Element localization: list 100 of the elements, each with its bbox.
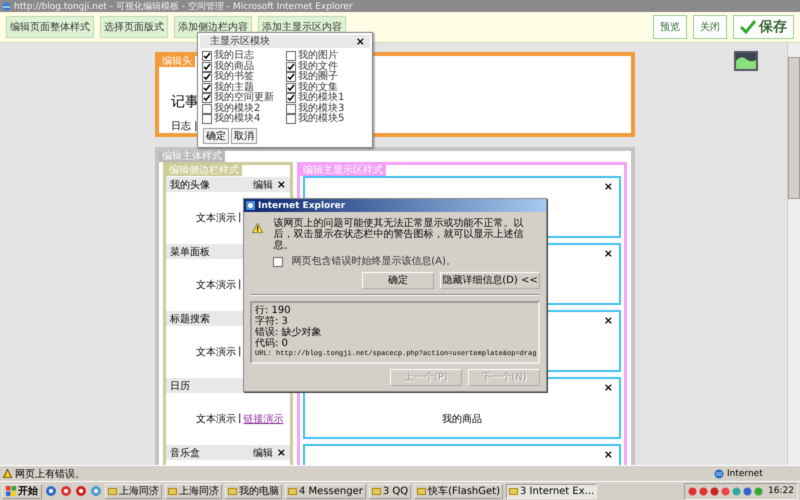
checkbox-label: 我的模块2: [214, 104, 260, 114]
dialog-title: Internet Explorer: [258, 200, 346, 210]
checkbox-label: 我的书签: [214, 72, 254, 82]
close-icon[interactable]: ×: [604, 381, 613, 394]
checkbox[interactable]: [202, 93, 212, 104]
detail-line: 代码: 0: [255, 338, 289, 348]
checkbox-label: 我的商品: [214, 62, 254, 72]
checkbox[interactable]: [202, 62, 212, 72]
checkbox-label: 我的日志: [214, 51, 254, 62]
checkbox[interactable]: [286, 104, 296, 114]
module-title: 菜单面板: [170, 246, 210, 258]
checkbox[interactable]: [286, 93, 296, 104]
folder-icon: [228, 486, 237, 496]
close-icon[interactable]: ×: [604, 314, 613, 327]
taskbar-button[interactable]: 我的电脑: [225, 484, 282, 498]
browser-icon: [2, 2, 11, 10]
folder-icon: [417, 486, 426, 496]
demo-text: 文本演示: [196, 346, 236, 358]
module-title: 我的商品: [442, 412, 482, 426]
quick-launch-icon[interactable]: [75, 485, 87, 497]
toolbar-button[interactable]: 关闭: [693, 15, 727, 39]
globe-icon: [714, 468, 724, 478]
status-message: 网页上有错误。: [15, 468, 86, 480]
dialog-message: 该网页上的问题可能使其无法正常显示或功能不正常。以后，双击显示在状态栏中的警告图标，就可以显示上述信息。: [273, 218, 524, 251]
save-button[interactable]: 保存: [733, 15, 794, 39]
checkbox-label: 我的模块1: [298, 93, 344, 104]
checkbox-label: 我的模块5: [298, 114, 344, 124]
checkbox[interactable]: [286, 51, 296, 62]
checkbox-label: 我的文件: [298, 62, 338, 72]
module-title: 我的头像: [170, 178, 210, 192]
demo-text: 文本演示: [196, 412, 236, 426]
warning-icon[interactable]: [3, 469, 12, 478]
checkbox[interactable]: [202, 104, 212, 114]
folder-icon: [288, 486, 297, 496]
checkbox-label: 网页包含错误时始终显示该信息(A)。: [291, 257, 456, 268]
start-button[interactable]: 开始: [2, 484, 42, 498]
close-icon[interactable]: ×: [276, 446, 286, 459]
close-icon[interactable]: ×: [604, 180, 613, 193]
blog-title: 记事: [171, 93, 199, 111]
checkbox[interactable]: [202, 114, 212, 124]
folder-icon: [372, 486, 381, 496]
separator: |: [238, 413, 242, 424]
checkbox-label: 我的模块3: [298, 104, 344, 114]
taskbar-button[interactable]: 快车(FlashGet): [414, 484, 503, 498]
toolbar-button[interactable]: 编辑页面整体样式: [6, 16, 94, 38]
module-title: 日历: [170, 380, 190, 392]
toolbar-button[interactable]: 选择页面版式: [100, 16, 168, 38]
separator: |: [238, 212, 242, 223]
close-icon[interactable]: ×: [276, 178, 286, 191]
checkbox[interactable]: [286, 114, 296, 124]
taskbar-button[interactable]: 3 Internet Ex...: [506, 484, 598, 498]
popup-button[interactable]: 取消: [231, 128, 257, 144]
taskbar-button[interactable]: 4 Messenger: [285, 484, 366, 498]
taskbar-button[interactable]: 上海同济: [165, 484, 222, 498]
window-title: http://blog.tongji.net - 可视化编辑模板 - 空间管理 - Microsoft Internet Explorer: [14, 0, 353, 12]
folder-icon: [108, 486, 117, 496]
checkbox[interactable]: [202, 82, 212, 93]
checkbox[interactable]: [202, 72, 212, 82]
popup-title: 主显示区模块: [210, 36, 270, 46]
separator: |: [238, 279, 242, 290]
edit-link[interactable]: 编辑: [252, 178, 273, 192]
detail-line: 行: 190: [255, 304, 292, 316]
detail-line: 错误: 缺少对象: [255, 326, 323, 338]
checkbox[interactable]: [202, 51, 212, 62]
nav-link[interactable]: 日志 |: [171, 119, 198, 133]
checkbox[interactable]: [273, 257, 284, 268]
clock: 16:22: [768, 486, 794, 496]
quick-launch-icon[interactable]: [90, 485, 102, 497]
close-icon[interactable]: ×: [604, 448, 613, 461]
close-icon[interactable]: ×: [356, 35, 365, 48]
checkbox[interactable]: [286, 62, 296, 72]
demo-text: 文本演示: [196, 278, 236, 292]
demo-text: 文本演示: [196, 212, 236, 224]
taskbar-button[interactable]: 3 QQ: [368, 484, 412, 498]
taskbar-button[interactable]: 上海同济: [105, 484, 162, 498]
module-title: 标题搜索: [170, 312, 210, 326]
checkbox[interactable]: [286, 82, 296, 93]
separator: |: [238, 346, 242, 357]
checkbox[interactable]: [286, 72, 296, 82]
close-icon[interactable]: ×: [604, 247, 613, 260]
checkbox-label: 我的文集: [298, 82, 338, 93]
checkbox-label: 我的图片: [298, 51, 338, 62]
scrollbar[interactable]: [787, 43, 800, 465]
popup-button[interactable]: 确定: [203, 128, 229, 144]
checkbox-label: 我的圈子: [298, 72, 338, 82]
folder-icon: [168, 486, 177, 496]
security-zone: Internet: [727, 468, 764, 478]
dialog-button[interactable]: 隐藏详细信息(D) <<: [440, 272, 540, 288]
detail-line: 字符: 3: [255, 316, 289, 326]
edit-link[interactable]: 编辑: [252, 446, 273, 460]
folder-icon: [508, 486, 518, 496]
windows-flag-icon: [6, 486, 16, 496]
check-icon: [740, 20, 756, 34]
quick-launch-icon[interactable]: [60, 485, 72, 497]
quick-launch-icon[interactable]: [45, 485, 57, 497]
checkbox-label: 我的主题: [214, 82, 254, 93]
checkbox-label: 我的空间更新: [214, 93, 274, 104]
toolbar-button[interactable]: 预览: [653, 15, 687, 39]
dialog-button[interactable]: 确定: [362, 272, 434, 288]
demo-link[interactable]: 链接演示: [243, 412, 284, 426]
